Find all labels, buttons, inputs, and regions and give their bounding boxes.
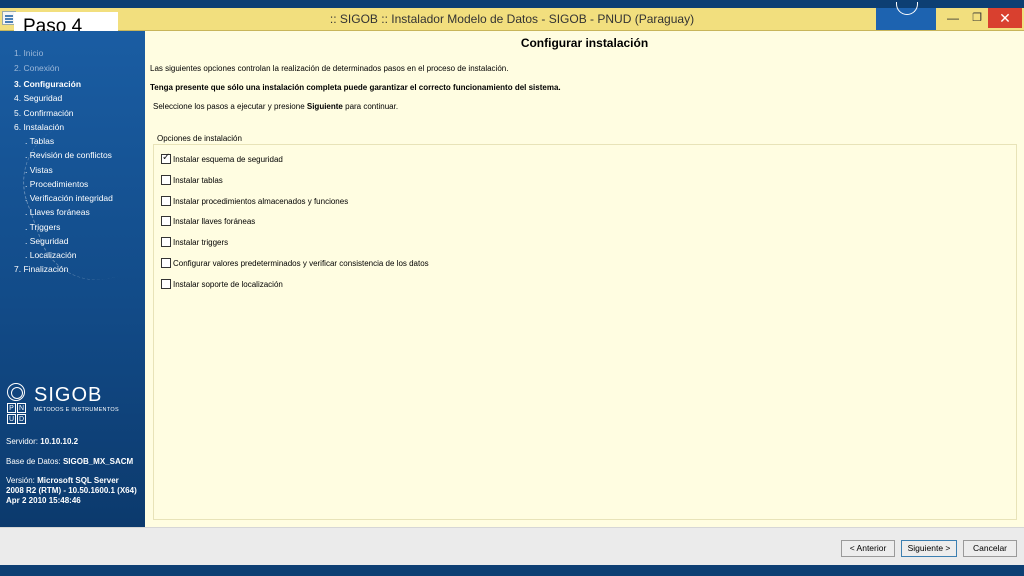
option-localization-label[interactable]: Instalar soporte de localización <box>173 280 283 289</box>
option-security-schema-checkbox[interactable] <box>161 152 171 164</box>
page-title: Configurar instalación <box>520 36 649 50</box>
database-value: SIGOB_MX_SACM <box>62 457 134 466</box>
un-logo-icon <box>876 2 936 30</box>
sigob-wordmark: SIGOB <box>34 384 103 406</box>
option-localization-checkbox[interactable] <box>161 279 171 289</box>
option-foreign-keys-label[interactable]: Instalar llaves foráneas <box>173 217 255 226</box>
sidebar-step-finalizacion: 7. Finalización <box>14 264 69 274</box>
option-triggers-checkbox[interactable] <box>161 237 171 247</box>
server-label: Servidor: <box>6 437 39 446</box>
minimize-button[interactable]: — <box>940 8 966 28</box>
option-foreign-keys-checkbox[interactable] <box>161 216 171 226</box>
cancel-button[interactable]: Cancelar <box>963 540 1017 557</box>
sidebar-step-inicio: 1. Inicio <box>14 48 44 58</box>
warning-text: Tenga presente que sólo una instalación … <box>150 83 561 92</box>
title-bar: :: SIGOB :: Instalador Modelo de Datos -… <box>0 2 1024 31</box>
database-label: Base de Datos: <box>6 457 61 466</box>
sidebar-substep-triggers: . Triggers <box>25 222 61 232</box>
sidebar-substep-llaves: . Llaves foráneas <box>25 207 90 217</box>
sidebar-step-instalacion: 6. Instalación <box>14 122 65 132</box>
main-panel: Configurar instalación Las siguientes op… <box>145 31 1024 527</box>
sidebar-substep-localizacion: . Localización <box>25 250 77 260</box>
sigob-logo: P N U D SIGOB MÉTODOS E INSTRUMENTOS <box>7 383 127 424</box>
footer-bar: < Anterior Siguiente > Cancelar <box>0 527 1024 565</box>
version-info: Versión: Microsoft SQL Server 2008 R2 (R… <box>6 476 138 506</box>
previous-button[interactable]: < Anterior <box>841 540 895 557</box>
sidebar-step-configuracion: 3. Configuración <box>14 79 82 89</box>
sidebar: 1. Inicio 2. Conexión 3. Configuración 4… <box>0 31 145 527</box>
intro-text: Las siguientes opciones controlan la rea… <box>150 64 509 73</box>
installation-options-legend: Opciones de instalación <box>155 134 244 143</box>
option-defaults-consistency-label[interactable]: Configurar valores predeterminados y ver… <box>173 259 429 268</box>
sidebar-substep-seguridad: . Seguridad <box>25 236 69 246</box>
sidebar-substep-procedimientos: . Procedimientos <box>25 179 89 189</box>
sidebar-step-conexion: 2. Conexión <box>14 63 60 73</box>
un-emblem-icon <box>7 383 25 401</box>
window-title: :: SIGOB :: Instalador Modelo de Datos -… <box>329 12 695 26</box>
server-value: 10.10.10.2 <box>40 437 79 446</box>
sidebar-step-seguridad: 4. Seguridad <box>14 93 63 103</box>
pnud-letter-p: P <box>7 403 16 413</box>
option-procedures-label[interactable]: Instalar procedimientos almacenados y fu… <box>173 197 348 206</box>
instruction-bold: Siguiente <box>306 102 343 111</box>
instruction-text: Seleccione los pasos a ejecutar y presio… <box>153 102 398 111</box>
option-tables-checkbox[interactable] <box>161 175 171 185</box>
sidebar-substep-tablas: . Tablas <box>25 136 55 146</box>
close-button[interactable]: ✕ <box>988 8 1022 28</box>
instruction-before: Seleccione los pasos a ejecutar y presio… <box>153 102 307 111</box>
instruction-after: para continuar. <box>342 102 399 111</box>
option-defaults-consistency-checkbox[interactable] <box>161 258 171 268</box>
option-procedures-checkbox[interactable] <box>161 196 171 206</box>
maximize-button[interactable]: ❐ <box>966 8 988 28</box>
option-tables-label[interactable]: Instalar tablas <box>173 176 223 185</box>
pnud-letter-n: N <box>17 403 26 413</box>
sigob-subtitle: MÉTODOS E INSTRUMENTOS <box>34 407 119 413</box>
database-info: Base de Datos: SIGOB_MX_SACM <box>6 457 133 467</box>
next-button[interactable]: Siguiente > <box>901 540 957 557</box>
sidebar-substep-revision: . Revisión de conflictos <box>25 150 112 160</box>
option-triggers-label[interactable]: Instalar triggers <box>173 238 228 247</box>
server-info: Servidor: 10.10.10.2 <box>6 437 78 447</box>
version-label: Versión: <box>6 476 35 485</box>
pnud-letter-u: U <box>7 414 16 424</box>
sidebar-substep-verificacion: . Verificación integridad <box>25 193 113 203</box>
option-security-schema-label[interactable]: Instalar esquema de seguridad <box>173 155 283 164</box>
sidebar-step-confirmacion: 5. Confirmación <box>14 108 74 118</box>
sidebar-substep-vistas: . Vistas <box>25 165 53 175</box>
pnud-letter-d: D <box>17 414 26 424</box>
